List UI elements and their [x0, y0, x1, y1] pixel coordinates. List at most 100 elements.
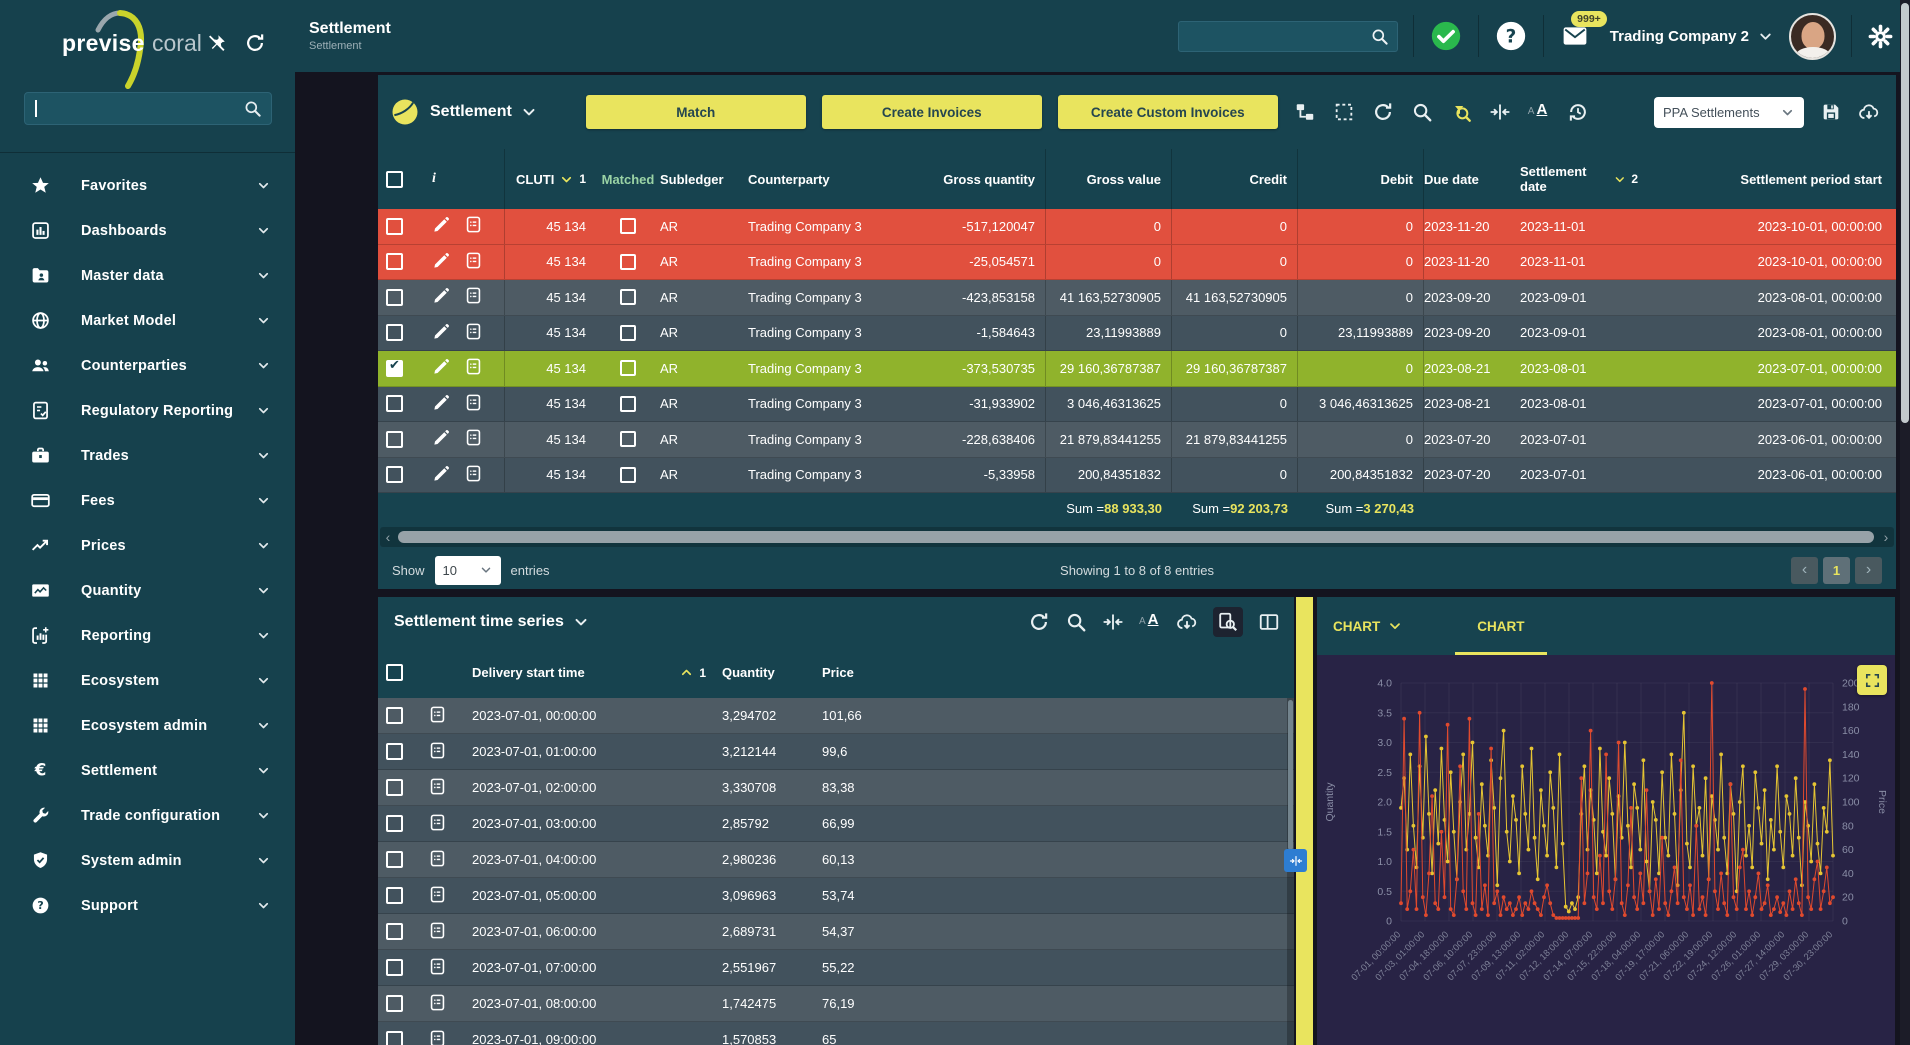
timeseries-row[interactable]: 2023-07-01, 04:00:002,98023660,13: [378, 842, 1294, 878]
sidebar-item-fees[interactable]: Fees: [0, 478, 295, 523]
matched-checkbox[interactable]: [620, 467, 636, 483]
timeseries-row[interactable]: 2023-07-01, 08:00:001,74247576,19: [378, 986, 1294, 1022]
prev-page-button[interactable]: ‹: [1791, 557, 1818, 584]
table-row[interactable]: 45 134ARTrading Company 3-5,33958200,843…: [378, 458, 1896, 494]
matched-checkbox[interactable]: [620, 396, 636, 412]
column-header-quantity[interactable]: Quantity: [722, 665, 822, 680]
save-icon[interactable]: [1820, 101, 1842, 123]
sidebar-item-trades[interactable]: Trades: [0, 433, 295, 478]
cloud-download-icon[interactable]: [1176, 611, 1198, 633]
avatar[interactable]: [1789, 13, 1836, 60]
app-scrollbar[interactable]: [1900, 0, 1910, 1045]
font-size-icon[interactable]: AA: [1528, 101, 1550, 123]
column-header-counterparty[interactable]: Counterparty: [748, 172, 916, 187]
row-checkbox[interactable]: [386, 707, 403, 724]
matched-checkbox[interactable]: [620, 289, 636, 305]
scrollbar-thumb[interactable]: [1901, 3, 1909, 423]
column-header-matched[interactable]: Matched: [596, 172, 660, 187]
sidebar-search-input[interactable]: [37, 101, 244, 117]
sidebar-item-ecosystem-admin[interactable]: Ecosystem admin: [0, 703, 295, 748]
detail-icon[interactable]: [464, 286, 483, 305]
columns-icon[interactable]: [1258, 611, 1280, 633]
row-checkbox[interactable]: [386, 395, 403, 412]
search-icon[interactable]: [1411, 101, 1433, 123]
matched-checkbox[interactable]: [620, 325, 636, 341]
detail-icon[interactable]: [428, 921, 447, 940]
topbar-search[interactable]: [1178, 21, 1398, 52]
sidebar-item-regulatory-reporting[interactable]: Regulatory Reporting: [0, 388, 295, 433]
row-checkbox[interactable]: [386, 466, 403, 483]
row-checkbox[interactable]: [386, 253, 403, 270]
chart-type-dropdown[interactable]: CHART: [1333, 618, 1403, 634]
company-selector[interactable]: Trading Company 2: [1610, 28, 1774, 45]
matched-checkbox[interactable]: [620, 218, 636, 234]
detail-icon[interactable]: [464, 357, 483, 376]
create-custom-invoices-button[interactable]: Create Custom Invoices: [1058, 95, 1278, 129]
table-row[interactable]: 45 134ARTrading Company 3-423,85315841 1…: [378, 280, 1896, 316]
row-checkbox[interactable]: [386, 1031, 403, 1045]
column-header-delivery-start-time[interactable]: Delivery start time1: [472, 665, 722, 680]
row-checkbox[interactable]: [386, 360, 403, 377]
column-header-settlement-date[interactable]: Settlement date2: [1520, 164, 1638, 194]
table-row[interactable]: 45 134ARTrading Company 3-373,53073529 1…: [378, 351, 1896, 387]
scroll-left-arrow[interactable]: ‹: [380, 527, 396, 547]
scrollbar-thumb[interactable]: [398, 531, 1874, 543]
column-header-cluti[interactable]: CLUTI1: [504, 149, 596, 209]
sidebar-item-support[interactable]: ?Support: [0, 883, 295, 928]
refresh-icon[interactable]: [244, 32, 266, 54]
page-size-select[interactable]: 10: [435, 556, 501, 585]
create-invoices-button[interactable]: Create Invoices: [822, 95, 1042, 129]
next-page-button[interactable]: ›: [1855, 557, 1882, 584]
row-checkbox[interactable]: [386, 923, 403, 940]
detail-icon[interactable]: [428, 1029, 447, 1045]
row-checkbox[interactable]: [386, 324, 403, 341]
column-header-credit[interactable]: Credit: [1172, 149, 1298, 209]
table-row[interactable]: 45 134ARTrading Company 3-25,05457100020…: [378, 245, 1896, 281]
panel-resizer[interactable]: [1296, 597, 1313, 1045]
pencil-icon[interactable]: [432, 393, 451, 412]
collapse-handle[interactable]: [1284, 849, 1307, 872]
filter-search-icon[interactable]: [1450, 101, 1472, 123]
sidebar-item-quantity[interactable]: Quantity: [0, 568, 295, 613]
sidebar-item-settlement[interactable]: €Settlement: [0, 748, 295, 793]
fullscreen-button[interactable]: [1857, 665, 1887, 695]
view-dropdown[interactable]: PPA Settlements: [1654, 97, 1804, 128]
table-row[interactable]: 45 134ARTrading Company 3-517,1200470002…: [378, 209, 1896, 245]
column-header-gross-value[interactable]: Gross value: [1046, 149, 1172, 209]
detail-icon[interactable]: [464, 215, 483, 234]
detail-icon[interactable]: [428, 885, 447, 904]
sidebar-item-counterparties[interactable]: Counterparties: [0, 343, 295, 388]
detail-icon[interactable]: [428, 813, 447, 832]
sidebar-item-prices[interactable]: Prices: [0, 523, 295, 568]
select-all-checkbox[interactable]: [386, 171, 403, 188]
current-page-button[interactable]: 1: [1823, 557, 1850, 584]
match-button[interactable]: Match: [586, 95, 806, 129]
detail-icon[interactable]: [464, 464, 483, 483]
timeseries-row[interactable]: 2023-07-01, 00:00:003,294702101,66: [378, 698, 1294, 734]
table-row[interactable]: 45 134ARTrading Company 3-1,58464323,119…: [378, 316, 1896, 352]
detail-icon[interactable]: [428, 741, 447, 760]
detail-icon[interactable]: [428, 993, 447, 1012]
row-checkbox[interactable]: [386, 779, 403, 796]
column-header-price[interactable]: Price: [822, 665, 954, 680]
select-area-icon[interactable]: [1333, 101, 1355, 123]
timeseries-row[interactable]: 2023-07-01, 05:00:003,09696353,74: [378, 878, 1294, 914]
scroll-right-arrow[interactable]: ›: [1878, 527, 1894, 547]
font-size-icon[interactable]: AA: [1139, 611, 1161, 633]
timeseries-row[interactable]: 2023-07-01, 06:00:002,68973154,37: [378, 914, 1294, 950]
refresh-icon[interactable]: [1372, 101, 1394, 123]
sidebar-item-dashboards[interactable]: Dashboards: [0, 208, 295, 253]
row-checkbox[interactable]: [386, 995, 403, 1012]
history-icon[interactable]: [1567, 101, 1589, 123]
horizontal-scrollbar[interactable]: ‹ ›: [380, 527, 1894, 547]
timeseries-row[interactable]: 2023-07-01, 09:00:001,57085365: [378, 1022, 1294, 1045]
row-checkbox[interactable]: [386, 959, 403, 976]
help-icon[interactable]: ?: [1494, 19, 1528, 53]
detail-icon[interactable]: [464, 322, 483, 341]
detail-icon[interactable]: [428, 777, 447, 796]
pencil-icon[interactable]: [432, 322, 451, 341]
detail-icon[interactable]: [428, 849, 447, 868]
matched-checkbox[interactable]: [620, 360, 636, 376]
select-all-checkbox[interactable]: [386, 664, 403, 681]
timeseries-row[interactable]: 2023-07-01, 03:00:002,8579266,99: [378, 806, 1294, 842]
